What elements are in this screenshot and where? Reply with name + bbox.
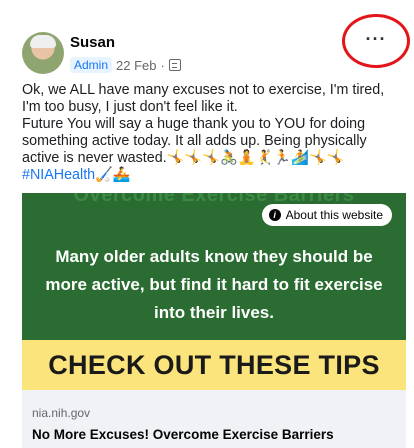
post-text-line-with-emojis: active is never wasted.🤸🤸🤸🚴🧘🤾🏃🏄🤸🤸 <box>22 150 394 167</box>
post-text-line: something active today. It all adds up. … <box>22 133 367 149</box>
group-audience-icon <box>168 59 181 71</box>
more-options-button[interactable]: ··· <box>342 14 410 68</box>
post-text-line: active is never wasted. <box>22 150 167 166</box>
post-date[interactable]: 22 Feb <box>116 58 156 73</box>
avatar[interactable] <box>22 32 64 74</box>
post-text-line: I'm too busy, I just don't feel like it. <box>22 99 238 115</box>
tips-banner-text: CHECK OUT THESE TIPS <box>48 349 380 380</box>
hashtag-line: #NIAHealth🏑🚣 <box>22 167 394 184</box>
info-icon: i <box>268 209 281 221</box>
admin-badge: Admin <box>70 57 113 73</box>
post-header: Susan Admin 22 Feb · <box>22 28 394 78</box>
link-domain: nia.nih.gov <box>32 406 91 420</box>
more-options-icon: ··· <box>365 28 387 49</box>
image-caption: Many older adults know they should be mo… <box>45 247 383 322</box>
tips-banner[interactable]: CHECK OUT THESE TIPS <box>22 340 406 390</box>
emoji-row: 🏑🚣 <box>95 167 131 183</box>
post-text-line: Future You will say a huge thank you to … <box>22 116 366 132</box>
about-website-label: About this website <box>285 208 383 222</box>
link-preview-footer[interactable]: nia.nih.gov No More Excuses! Overcome Ex… <box>22 390 406 448</box>
post-meta: Admin 22 Feb · <box>70 57 181 73</box>
post-body: Ok, we ALL have many excuses not to exer… <box>22 82 394 184</box>
post-text-line: Ok, we ALL have many excuses not to exer… <box>22 82 385 98</box>
about-website-button[interactable]: i About this website <box>261 204 392 226</box>
emoji-row: 🤸🤸🤸🚴🧘🤾🏃🏄🤸🤸 <box>166 150 345 166</box>
link-title[interactable]: No More Excuses! Overcome Exercise Barri… <box>32 427 396 442</box>
author-name[interactable]: Susan <box>70 34 115 51</box>
meta-separator: · <box>160 57 165 73</box>
hashtag-link[interactable]: #NIAHealth <box>22 167 95 183</box>
